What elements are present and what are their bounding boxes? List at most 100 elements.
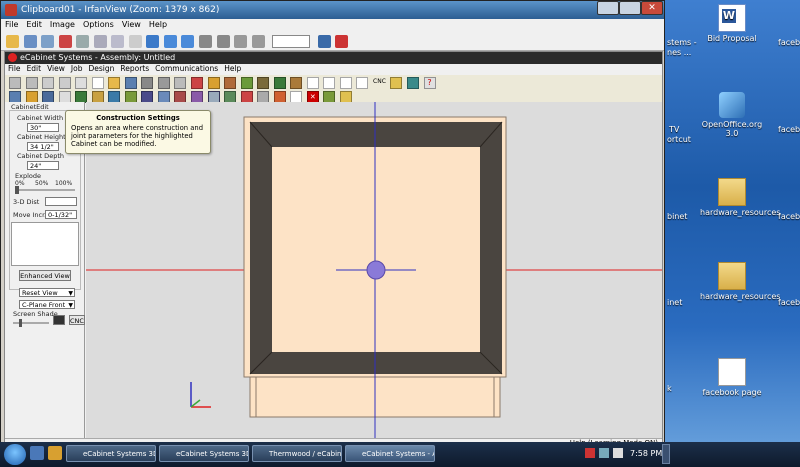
taskbar-item-ecabinet-1[interactable]: eCabinet Systems 3D ... [66,445,156,462]
menu-communications[interactable]: Communications [152,64,221,73]
next-page-icon[interactable] [251,35,265,48]
taskbar-item-ecabinet-2[interactable]: eCabinet Systems 3D ... [159,445,249,462]
cut-icon[interactable] [76,35,90,48]
back-icon[interactable] [9,77,21,89]
new-icon[interactable] [91,77,104,89]
save-icon[interactable] [23,35,37,48]
volume-icon[interactable] [613,448,623,458]
zoom-in-icon[interactable] [163,35,177,48]
drawer-tool-icon[interactable] [207,77,220,89]
cplane-select[interactable]: C-Plane Front ▼ [19,300,75,309]
menu-image[interactable]: Image [46,19,79,30]
desktop-partial-label: faceb [778,298,800,307]
origin-handle[interactable] [366,260,386,280]
desktop-icon-hardware-resources-2[interactable]: hardware_resources [700,262,780,301]
menu-job[interactable]: Job [68,64,86,73]
tray-icon[interactable] [585,448,595,458]
show-desktop-button[interactable] [662,444,670,464]
shade-color-swatch[interactable] [53,315,65,325]
menu-view[interactable]: View [118,19,145,30]
explode-tick-100: 100% [55,180,73,187]
delete-icon[interactable] [58,35,72,48]
menu-file[interactable]: File [1,19,22,30]
undo-icon[interactable] [128,35,142,48]
previous-page-icon[interactable] [234,35,248,48]
home-icon[interactable] [75,77,88,89]
quick-launch-icon[interactable] [48,446,62,460]
nest-icon[interactable] [390,77,403,89]
clock[interactable]: 7:58 PM [630,449,662,458]
refresh-icon[interactable] [58,77,71,89]
cnc-toolbar-button[interactable]: CNC [373,78,386,85]
menu-reports[interactable]: Reports [117,64,152,73]
desktop-icon-label: OpenOffice.org 3.0 [701,120,763,138]
redo-icon[interactable] [174,77,187,89]
desktop-icon-bid-proposal[interactable]: W Bid Proposal [700,4,764,43]
report-icon[interactable] [339,77,352,89]
zoom-out-icon[interactable] [181,35,195,48]
back-icon[interactable] [199,35,213,48]
list-box[interactable] [11,222,79,266]
hardware-tool-icon[interactable] [273,77,286,89]
open-icon[interactable] [6,35,19,48]
minimize-button[interactable] [597,1,619,15]
reset-view-select[interactable]: Reset View ▼ [19,288,75,297]
menu-design[interactable]: Design [85,64,117,73]
ecabinet-title-bar[interactable]: eCabinet Systems - Assembly: Untitled [5,52,662,64]
cabinet-tool-icon[interactable] [191,77,204,89]
forward-icon[interactable] [216,35,230,48]
desktop-icon-facebook-page[interactable]: facebook page [700,358,764,397]
send-icon[interactable] [407,77,419,89]
part-tool-icon[interactable] [257,77,270,89]
taskbar-item-thermwood[interactable]: Thermwood / eCabin... [252,445,342,462]
cabinet-width-field[interactable]: 30" [27,123,59,132]
menu-edit[interactable]: Edit [24,64,45,73]
report-icon[interactable] [356,77,369,89]
explode-slider[interactable] [15,189,75,191]
irfanview-title-bar[interactable]: Clipboard01 - IrfanView (Zoom: 1379 x 86… [1,1,664,19]
close-button[interactable]: ✕ [641,1,663,15]
cnc-button[interactable]: CNC [69,315,85,325]
paste-icon[interactable] [111,35,125,48]
taskbar-item-ecabinet-active[interactable]: eCabinet Systems - A... [345,445,435,462]
dist-field[interactable] [45,197,77,206]
desktop-icon-hardware-resources-1[interactable]: hardware_resources [700,178,780,217]
help-icon[interactable]: ? [423,77,436,89]
shelf-tool-icon[interactable] [240,77,253,89]
desktop-partial-label: TV [669,125,680,134]
exit-icon[interactable] [335,35,349,48]
move-incr-field[interactable]: 0-1/32" [45,210,77,219]
screen-shade-slider-thumb[interactable] [19,319,22,327]
save-as-icon[interactable] [41,35,55,48]
menu-edit[interactable]: Edit [22,19,46,30]
cabinet-height-field[interactable]: 34 1/2" [27,142,59,151]
undo-icon[interactable] [157,77,170,89]
enhanced-view-button[interactable]: Enhanced View [19,270,71,281]
menu-options[interactable]: Options [79,19,118,30]
forward-icon[interactable] [25,77,38,89]
report-icon[interactable] [323,77,336,89]
page-number-field[interactable] [272,35,311,48]
menu-view[interactable]: View [44,64,68,73]
explode-slider-thumb[interactable] [15,186,19,194]
quick-launch-icon[interactable] [30,446,44,460]
material-tool-icon[interactable] [290,77,303,89]
start-button[interactable] [4,444,26,465]
ecabinet-title: eCabinet Systems - Assembly: Untitled [20,53,176,62]
desktop-icon-openoffice[interactable]: OpenOffice.org 3.0 [700,92,764,138]
cabinet-depth-field[interactable]: 24" [27,161,59,170]
copy-icon[interactable] [93,35,107,48]
menu-help[interactable]: Help [221,64,244,73]
menu-file[interactable]: File [5,64,24,73]
print-icon[interactable] [141,77,154,89]
save-icon[interactable] [124,77,137,89]
report-icon[interactable] [306,77,319,89]
network-icon[interactable] [599,448,609,458]
settings-icon[interactable] [317,35,331,48]
stop-icon[interactable] [42,77,55,89]
door-tool-icon[interactable] [224,77,237,89]
info-icon[interactable] [146,35,160,48]
open-icon[interactable] [108,77,121,89]
menu-help[interactable]: Help [145,19,171,30]
maximize-button[interactable] [619,1,641,15]
